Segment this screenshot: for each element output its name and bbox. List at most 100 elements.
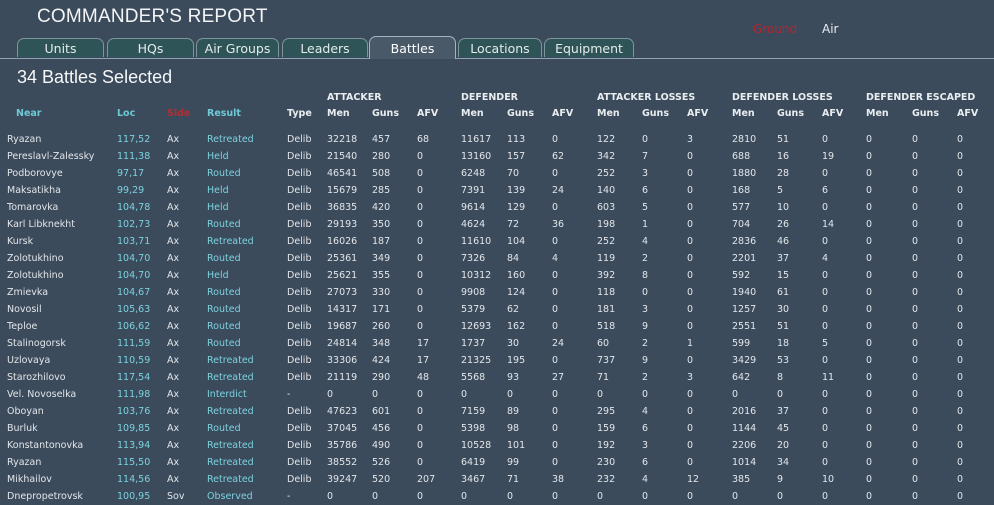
ground-toggle[interactable]: Ground (753, 22, 797, 36)
col-header-side[interactable]: Side (167, 108, 190, 119)
table-row[interactable]: Ryazan 117,52 Ax Retreated Delib 32218 457 68 11… (0, 131, 994, 148)
table-row[interactable]: Ryazan 115,50 Ax Retreated Delib 38552 526 0 641… (0, 454, 994, 471)
battle-location-link[interactable]: 111,59 (117, 338, 150, 349)
table-row[interactable]: Zolotukhino 104,70 Ax Routed Delib 25361 349 0 7… (0, 250, 994, 267)
table-row[interactable]: Oboyan 103,76 Ax Retreated Delib 47623 601 0 715… (0, 403, 994, 420)
battle-type: Delib (287, 406, 312, 417)
battle-result-link[interactable]: Observed (207, 491, 253, 502)
col-header-al-men: Men (597, 108, 620, 119)
battle-location-link[interactable]: 103,71 (117, 236, 150, 247)
tab-battles[interactable]: Battles (369, 36, 456, 59)
battle-stat-cell: 2201 (732, 253, 757, 264)
col-header-near[interactable]: Near (16, 108, 42, 119)
battle-near: Zolotukhino (7, 253, 64, 264)
battle-location-link[interactable]: 109,85 (117, 423, 150, 434)
table-row[interactable]: Konstantonovka 113,94 Ax Retreated Delib 3578… (0, 437, 994, 454)
battle-stat-cell: 0 (957, 202, 964, 213)
table-row[interactable]: Teploe 106,62 Ax Routed Delib 19687 260 0 12693 1… (0, 318, 994, 335)
table-row[interactable]: Zolotukhino 104,70 Ax Held Delib 25621 355 0 103… (0, 267, 994, 284)
battle-result-link[interactable]: Held (207, 151, 229, 162)
battle-location-link[interactable]: 103,76 (117, 406, 150, 417)
battle-location-link[interactable]: 114,56 (117, 474, 150, 485)
tab-air-groups[interactable]: Air Groups (196, 38, 279, 57)
battle-result-link[interactable]: Retreated (207, 355, 254, 366)
table-row[interactable]: Kursk 103,71 Ax Retreated Delib 16026 187 0 1161… (0, 233, 994, 250)
table-row[interactable]: Tomarovka 104,78 Ax Held Delib 36835 420 0 9614 1… (0, 199, 994, 216)
battle-type: Delib (287, 474, 312, 485)
battle-location-link[interactable]: 110,59 (117, 355, 150, 366)
battle-result-link[interactable]: Retreated (207, 457, 254, 468)
battle-result-link[interactable]: Retreated (207, 236, 254, 247)
table-row[interactable]: Starozhilovo 117,54 Ax Retreated Delib 21119 2… (0, 369, 994, 386)
battle-location-link[interactable]: 104,67 (117, 287, 150, 298)
col-header-loc[interactable]: Loc (117, 108, 135, 119)
battle-result-link[interactable]: Retreated (207, 372, 254, 383)
battle-location-link[interactable]: 117,54 (117, 372, 150, 383)
table-row[interactable]: Zmievka 104,67 Ax Routed Delib 27073 330 0 9908 1… (0, 284, 994, 301)
battle-result-link[interactable]: Retreated (207, 134, 254, 145)
table-row[interactable]: Uzlovaya 110,59 Ax Retreated Delib 33306 424 17… (0, 352, 994, 369)
battle-location-link[interactable]: 117,52 (117, 134, 150, 145)
battle-stat-cell: 11 (822, 372, 835, 383)
battle-stat-cell: 508 (372, 168, 391, 179)
battle-result-link[interactable]: Routed (207, 321, 241, 332)
battle-stat-cell: 61 (777, 287, 790, 298)
battle-location-link[interactable]: 115,50 (117, 457, 150, 468)
battle-location-link[interactable]: 111,38 (117, 151, 150, 162)
battle-location-link[interactable]: 97,17 (117, 168, 144, 179)
battle-stat-cell: 0 (822, 168, 829, 179)
air-toggle[interactable]: Air (822, 22, 838, 36)
table-row[interactable]: Vel. Novoselka 111,98 Ax Interdict - 0 0 0 0 0 0 0 0… (0, 386, 994, 403)
tab-equipment[interactable]: Equipment (544, 38, 634, 57)
battle-stat-cell: 0 (552, 423, 559, 434)
battle-stat-cell: 0 (417, 457, 424, 468)
battle-result-link[interactable]: Routed (207, 423, 241, 434)
battle-result-link[interactable]: Routed (207, 168, 241, 179)
battle-stat-cell: 27 (552, 372, 565, 383)
table-row[interactable]: Mikhailov 114,56 Ax Retreated Delib 39247 520 2… (0, 471, 994, 488)
table-row[interactable]: Podborovye 97,17 Ax Routed Delib 46541 508 0 624… (0, 165, 994, 182)
battle-side: Ax (167, 321, 180, 332)
battle-result-link[interactable]: Retreated (207, 406, 254, 417)
table-row[interactable]: Pereslavl-Zalessky 111,38 Ax Held Delib 21540… (0, 148, 994, 165)
tab-leaders[interactable]: Leaders (282, 38, 368, 57)
table-row[interactable]: Karl Libknekht 102,73 Ax Routed Delib 29193 35… (0, 216, 994, 233)
battle-result-link[interactable]: Held (207, 202, 229, 213)
battle-location-link[interactable]: 100,95 (117, 491, 150, 502)
battle-result-link[interactable]: Held (207, 270, 229, 281)
tab-units[interactable]: Units (17, 38, 104, 57)
battle-stat-cell: 0 (957, 253, 964, 264)
battle-result-link[interactable]: Retreated (207, 474, 254, 485)
table-row[interactable]: Novosil 105,63 Ax Routed Delib 14317 171 0 5379 6… (0, 301, 994, 318)
battle-location-link[interactable]: 111,98 (117, 389, 150, 400)
battle-result-link[interactable]: Routed (207, 219, 241, 230)
battle-side: Ax (167, 236, 180, 247)
tab-locations[interactable]: Locations (458, 38, 542, 57)
battle-result-link[interactable]: Held (207, 185, 229, 196)
table-row[interactable]: Burluk 109,85 Ax Routed Delib 37045 456 0 5398 98… (0, 420, 994, 437)
col-header-result[interactable]: Result (207, 108, 241, 119)
battle-result-link[interactable]: Routed (207, 304, 241, 315)
battle-location-link[interactable]: 104,78 (117, 202, 150, 213)
tab-hqs[interactable]: HQs (107, 38, 194, 57)
battle-result-link[interactable]: Retreated (207, 440, 254, 451)
battle-location-link[interactable]: 104,70 (117, 253, 150, 264)
table-row[interactable]: Dnepropetrovsk 100,95 Sov Observed - 0 0 0 0 0 0 0 0… (0, 488, 994, 505)
battle-result-link[interactable]: Routed (207, 253, 241, 264)
battle-stat-cell: 2 (642, 253, 649, 264)
battle-location-link[interactable]: 102,73 (117, 219, 150, 230)
battle-stat-cell: 0 (912, 287, 919, 298)
table-row[interactable]: Stalinogorsk 111,59 Ax Routed Delib 24814 348 1… (0, 335, 994, 352)
battle-stat-cell: 0 (957, 236, 964, 247)
battle-location-link[interactable]: 106,62 (117, 321, 150, 332)
battle-result-link[interactable]: Interdict (207, 389, 247, 400)
table-row[interactable]: Maksatikha 99,29 Ax Held Delib 15679 285 0 7391 1… (0, 182, 994, 199)
battle-location-link[interactable]: 113,94 (117, 440, 150, 451)
battle-stat-cell: 48 (417, 372, 430, 383)
battle-location-link[interactable]: 104,70 (117, 270, 150, 281)
battle-location-link[interactable]: 105,63 (117, 304, 150, 315)
col-header-def-men: Men (461, 108, 484, 119)
battle-location-link[interactable]: 99,29 (117, 185, 144, 196)
battle-result-link[interactable]: Routed (207, 338, 241, 349)
battle-result-link[interactable]: Routed (207, 287, 241, 298)
